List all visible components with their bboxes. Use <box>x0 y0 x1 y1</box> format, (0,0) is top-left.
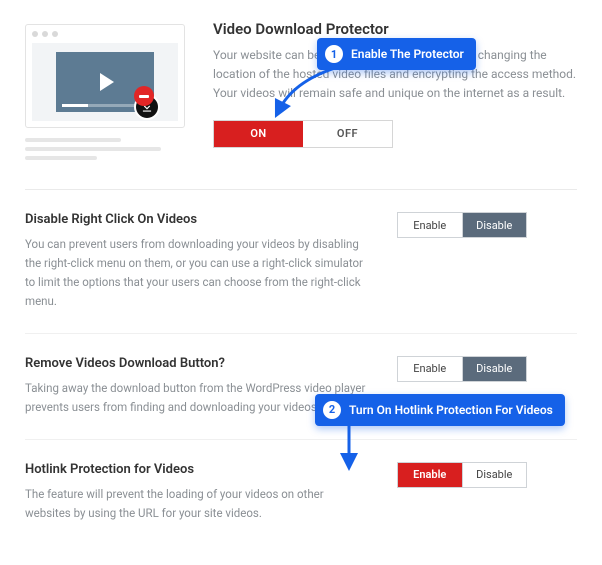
arrow-icon <box>337 422 377 472</box>
section-title: Hotlink Protection for Videos <box>25 462 367 477</box>
section-description: The feature will prevent the loading of … <box>25 485 367 523</box>
disable-button[interactable]: Disable <box>463 463 527 487</box>
callout-enable-protector: 1 Enable The Protector <box>317 38 476 70</box>
section-title: Remove Videos Download Button? <box>25 356 367 371</box>
hero-section: Video Download Protector Your website ca… <box>25 20 577 190</box>
callout-number: 1 <box>325 45 343 63</box>
callout-number: 2 <box>323 401 341 419</box>
download-button-toggle: Enable Disable <box>397 356 527 382</box>
illustration <box>25 20 185 165</box>
section-description: You can prevent users from downloading y… <box>25 235 367 311</box>
hero-title: Video Download Protector <box>213 20 577 38</box>
toggle-off[interactable]: OFF <box>303 121 392 147</box>
section-right-click: Disable Right Click On Videos You can pr… <box>25 190 577 334</box>
callout-hotlink: 2 Turn On Hotlink Protection For Videos <box>315 394 565 426</box>
disable-button[interactable]: Disable <box>463 213 527 237</box>
hero-content: Video Download Protector Your website ca… <box>213 20 577 165</box>
disable-button[interactable]: Disable <box>463 357 527 381</box>
illustration-text-lines <box>25 138 185 160</box>
block-icon <box>134 86 154 106</box>
video-thumb <box>56 52 154 112</box>
hotlink-toggle: Enable Disable <box>397 462 527 488</box>
enable-button[interactable]: Enable <box>398 213 463 237</box>
enable-button[interactable]: Enable <box>398 463 463 487</box>
enable-button[interactable]: Enable <box>398 357 463 381</box>
section-hotlink: Hotlink Protection for Videos The featur… <box>25 440 577 545</box>
callout-text: Turn On Hotlink Protection For Videos <box>349 403 553 417</box>
right-click-toggle: Enable Disable <box>397 212 527 238</box>
arrow-icon <box>273 64 353 124</box>
play-icon <box>100 73 114 91</box>
callout-text: Enable The Protector <box>351 47 464 61</box>
section-download-button: Remove Videos Download Button? Taking aw… <box>25 334 577 440</box>
toggle-on[interactable]: ON <box>214 121 303 147</box>
section-title: Disable Right Click On Videos <box>25 212 367 227</box>
browser-mock <box>25 24 185 128</box>
